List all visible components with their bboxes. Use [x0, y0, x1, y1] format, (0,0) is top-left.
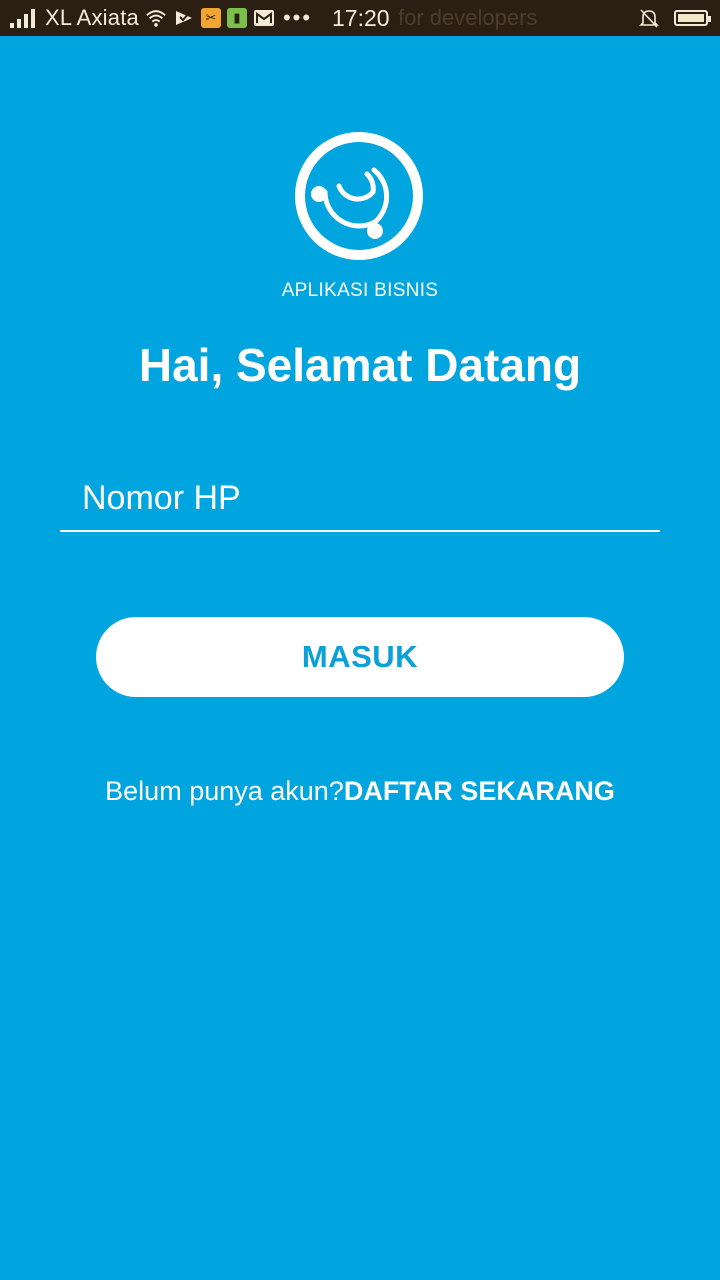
mail-icon: [253, 7, 275, 29]
status-bar-left: XL Axiata ✂ ▮ •••: [10, 0, 312, 36]
phone-field: [60, 468, 660, 532]
more-dots-icon: •••: [282, 5, 313, 30]
register-link[interactable]: DAFTAR SEKARANG: [344, 776, 615, 806]
status-bar: XL Axiata ✂ ▮ ••• 17:20 for developers: [0, 0, 720, 36]
register-prompt-line: Belum punya akun?DAFTAR SEKARANG: [0, 776, 720, 807]
page-title: Hai, Selamat Datang: [138, 339, 582, 391]
status-bar-right: [638, 0, 711, 36]
silent-bell-icon: [638, 7, 660, 29]
status-background-text: for developers: [398, 5, 538, 30]
login-button[interactable]: MASUK: [96, 617, 624, 697]
battery-icon: [674, 10, 711, 26]
notification-app-icon: [173, 7, 195, 29]
app-icon-orange: ✂: [200, 8, 221, 28]
status-time: 17:20: [332, 4, 390, 31]
brand-caption: APLIKASI BISNIS: [281, 280, 439, 301]
battery-saver-icon: ▮: [226, 8, 247, 28]
carrier-name: XL Axiata: [45, 5, 139, 30]
register-prompt: Belum punya akun?: [105, 776, 344, 806]
signal-icon: [10, 8, 35, 28]
app-logo: [293, 130, 425, 262]
wifi-icon: [145, 7, 167, 29]
phone-input[interactable]: [60, 468, 660, 528]
logo-icon: [295, 132, 423, 260]
